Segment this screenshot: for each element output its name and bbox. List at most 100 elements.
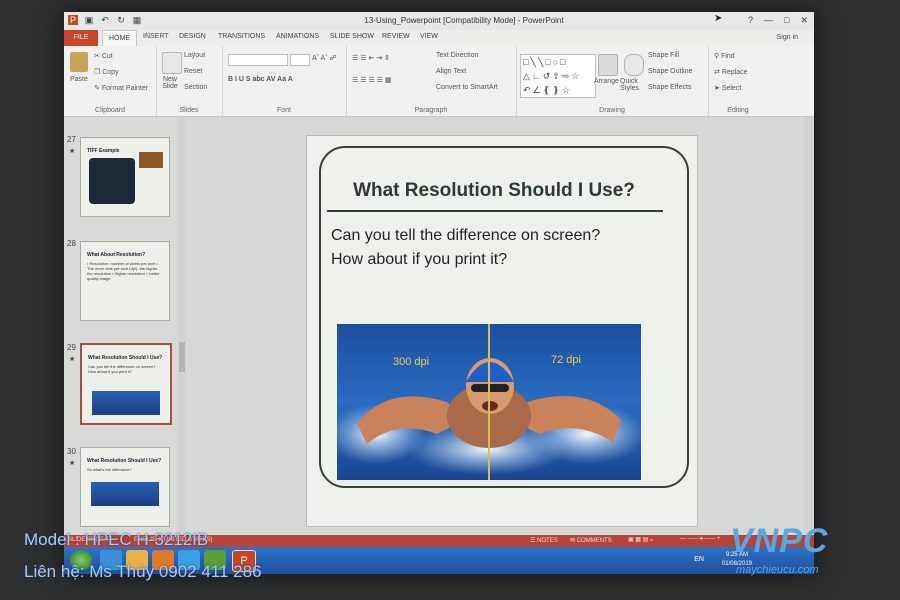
find-button[interactable]: ⚲ Find [714,52,735,60]
font-name-field[interactable] [228,54,288,66]
tab-insert[interactable]: INSERT [143,33,169,40]
quick-styles-icon[interactable] [624,54,644,76]
select-label: Select [721,85,742,92]
scrollbar-thumb[interactable] [179,342,185,372]
thumbnail-swimmer-image [91,482,159,506]
slide-thumbnail-30[interactable]: What Resolution Should I Use? So what's … [80,447,170,527]
tab-home[interactable]: HOME [102,30,137,47]
slide-body-line-1: Can you tell the difference on screen? [331,227,601,244]
shape-outline-button[interactable]: Shape Outline [648,68,692,75]
comments-button[interactable]: ✉ COMMENTS [570,537,612,544]
projected-screen: P ▣ ↶ ↻ ▦ 13-Using_Powerpoint [Compatibi… [64,12,814,574]
cut-button[interactable]: ✂ Cut [94,52,113,60]
layout-button[interactable]: Layout [184,52,205,59]
maximize-button[interactable]: □ [784,15,789,26]
tab-file[interactable]: FILE [64,30,98,46]
editing-group: ⚲ Find ⇄ Replace ➤ Select Editing [708,46,768,116]
select-button[interactable]: ➤ Select [714,84,741,92]
slide-thumbnail-27[interactable]: TIFF Example [80,137,170,217]
thumbnail-title: What Resolution Should I Use? [88,355,163,361]
slide-editing-area: What Resolution Should I Use? Can you te… [188,117,802,535]
tab-review[interactable]: REVIEW [382,33,410,40]
notes-label: NOTES [537,538,558,544]
paste-icon[interactable] [70,52,88,72]
replace-button[interactable]: ⇄ Replace [714,68,748,76]
reset-button[interactable]: Reset [184,68,202,75]
slide-thumbnail-29[interactable]: What Resolution Should I Use? Can you te… [80,343,172,425]
convert-smartart-button[interactable]: Convert to SmartArt [436,84,498,91]
thumbnail-body: So what's the difference? [87,467,132,472]
thumbnail-number: 27 [67,135,76,144]
replace-label: Replace [721,69,748,76]
thumbnail-swimmer-image [92,391,160,415]
arrange-icon[interactable] [598,54,618,76]
animation-star-icon: ★ [69,356,76,363]
title-underline [327,210,663,212]
mouse-cursor-icon: ➤ [714,13,723,24]
pointer-icon: ➤ [714,85,722,92]
window-title: 13-Using_Powerpoint [Compatibility Mode]… [364,16,564,25]
notes-button[interactable]: ☰ NOTES [530,537,558,544]
copy-label: Copy [102,69,119,76]
sign-in-link[interactable]: Sign in [777,34,798,41]
slide-title[interactable]: What Resolution Should I Use? [329,180,659,202]
contact-caption: Liên hệ: Ms Thúy 0902 411 286 [24,562,262,581]
shapes-gallery[interactable]: □╲╲□○□ △∟↺⇧⇨☆ ↶∠❴❵☆ [520,54,596,98]
help-button[interactable]: ? [748,15,753,26]
font-size-field[interactable] [290,54,310,66]
current-slide[interactable]: What Resolution Should I Use? Can you te… [306,135,698,527]
new-slide-icon[interactable] [162,52,182,74]
editing-group-label: Editing [727,107,749,114]
tab-animations[interactable]: ANIMATIONS [276,33,319,40]
copy-button[interactable]: ❐ Copy [94,68,119,76]
font-format-buttons[interactable]: B I U S abc AV Aa A [228,76,293,83]
quick-access-toolbar: P ▣ ↶ ↻ ▦ [68,15,142,25]
shape-effects-button[interactable]: Shape Effects [648,84,691,91]
close-button[interactable]: ✕ [800,15,808,26]
slides-group: New Slide Layout Reset Section Slides [156,46,223,116]
arrange-button[interactable]: Arrange [594,78,619,85]
section-button[interactable]: Section [184,84,207,91]
thumbnail-title: What About Resolution? [87,252,146,258]
thumbnail-number: 29 [67,343,76,352]
thumbnail-image [89,158,135,204]
format-painter-button[interactable]: ✎ Format Painter [94,84,148,92]
undo-icon[interactable]: ↶ [100,15,110,25]
input-language[interactable]: EN [694,556,704,563]
text-direction-button[interactable]: Text Direction [436,52,478,59]
align-text-button[interactable]: Align Text [436,68,466,75]
view-buttons[interactable]: ▣ ▦ ▤ ▵ [628,536,653,543]
swimmer-image[interactable]: 300 dpi 72 dpi [337,324,641,480]
clipboard-group: Paste ✂ Cut ❐ Copy ✎ Format Painter Clip… [64,46,157,116]
tab-slide-show[interactable]: SLIDE SHOW [330,33,374,40]
list-buttons[interactable]: ☰ ☰ ⇤ ⇥ ⇕ [352,54,390,62]
thumbnail-title: TIFF Example [87,148,120,154]
tab-view[interactable]: VIEW [420,33,438,40]
tab-transitions[interactable]: TRANSITIONS [218,33,265,40]
save-icon[interactable]: ▣ [84,15,94,25]
alignment-buttons[interactable]: ☰ ☰ ☰ ☰ ▦ [352,76,392,84]
copy-icon: ❐ [94,69,103,76]
drawing-group-label: Drawing [599,107,625,114]
brush-icon: ✎ [94,85,102,92]
font-group-label: Font [276,107,291,114]
shape-fill-button[interactable]: Shape Fill [648,52,679,59]
font-grow-shrink-buttons[interactable]: Aˆ Aˇ ☍ [312,54,337,62]
slide-body[interactable]: Can you tell the difference on screen? H… [331,224,661,272]
quick-styles-button[interactable]: Quick Styles [620,78,644,92]
new-slide-button[interactable]: New Slide [158,76,182,90]
start-from-beginning-icon[interactable]: ▦ [132,15,142,25]
powerpoint-icon: P [68,15,78,25]
slide-thumbnail-28[interactable]: What About Resolution? • Resolution: num… [80,241,170,321]
slides-group-label: Slides [179,107,199,114]
thumbnail-body: • Resolution: number of pixels per inch … [87,261,160,281]
editing-scrollbar[interactable] [804,117,814,535]
tab-design[interactable]: DESIGN [179,33,206,40]
paste-button[interactable]: Paste [70,76,88,83]
minimize-button[interactable]: — [764,15,773,26]
zoom-slider[interactable]: — ——●—— + [680,536,720,542]
redo-icon[interactable]: ↻ [116,15,126,25]
thumbnail-scrollbar[interactable] [178,117,186,535]
comment-icon: ✉ [570,538,577,544]
window-controls: ? — □ ✕ [748,15,808,26]
